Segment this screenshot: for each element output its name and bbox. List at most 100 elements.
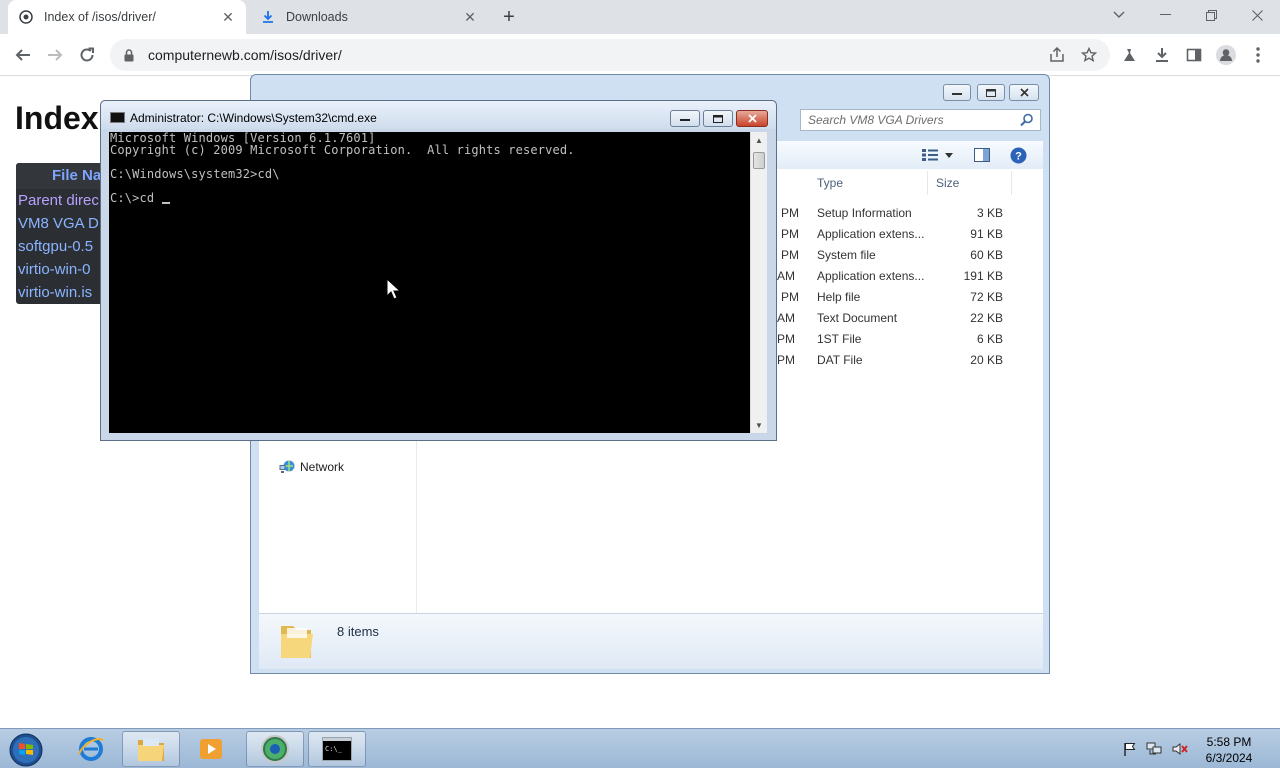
new-tab-button[interactable]: + bbox=[498, 6, 520, 28]
network-icon bbox=[279, 459, 295, 475]
favicon-icon bbox=[18, 9, 34, 25]
taskbar-windows-explorer[interactable] bbox=[122, 731, 180, 767]
reload-button[interactable] bbox=[74, 42, 100, 68]
download-icon bbox=[260, 9, 276, 25]
console-prompt-line: C:\>cd bbox=[110, 191, 162, 205]
bookmark-star-icon[interactable] bbox=[1080, 46, 1098, 64]
item-count: 8 items bbox=[337, 624, 379, 639]
column-divider[interactable] bbox=[927, 171, 928, 195]
downloads-icon[interactable] bbox=[1152, 45, 1172, 65]
taskbar-command-prompt[interactable]: C:\_ bbox=[308, 731, 366, 767]
side-panel-icon[interactable] bbox=[1184, 45, 1204, 65]
tab-title: Index of /isos/driver/ bbox=[44, 10, 156, 24]
internet-explorer-icon bbox=[78, 737, 104, 761]
cmd-minimize-button[interactable] bbox=[670, 110, 700, 127]
browser-tab-strip: Index of /isos/driver/ ✕ Downloads ✕ + bbox=[0, 0, 1280, 34]
kebab-menu-icon[interactable] bbox=[1248, 45, 1268, 65]
action-center-flag-icon[interactable] bbox=[1122, 741, 1138, 757]
file-size: 6 KB bbox=[976, 332, 1003, 346]
view-options-icon[interactable] bbox=[921, 146, 939, 164]
profile-avatar-icon[interactable] bbox=[1216, 45, 1236, 65]
svg-text:?: ? bbox=[1015, 150, 1022, 162]
scrollbar-thumb[interactable] bbox=[753, 152, 765, 169]
nav-item-network[interactable]: Network bbox=[279, 459, 344, 475]
nav-item-label: Network bbox=[300, 460, 345, 474]
cmd-maximize-button[interactable] bbox=[703, 110, 733, 127]
forward-button[interactable] bbox=[42, 42, 68, 68]
file-type: Application extens... bbox=[817, 269, 925, 283]
explorer-close-button[interactable] bbox=[1009, 84, 1039, 101]
explorer-minimize-button[interactable] bbox=[943, 84, 971, 101]
file-modified-time: PM bbox=[781, 290, 799, 304]
tab-downloads[interactable]: Downloads ✕ bbox=[250, 0, 488, 34]
explorer-search-input[interactable]: Search VM8 VGA Drivers bbox=[800, 109, 1041, 131]
file-type: Help file bbox=[817, 290, 861, 304]
file-size: 20 KB bbox=[970, 353, 1003, 367]
column-divider[interactable] bbox=[1011, 171, 1012, 195]
mouse-pointer-icon bbox=[386, 278, 400, 300]
text-cursor bbox=[161, 202, 170, 204]
browser-toolbar: computernewb.com/isos/driver/ bbox=[0, 34, 1280, 76]
taskbar-media-player[interactable] bbox=[182, 731, 240, 767]
console-line: Copyright (c) 2009 Microsoft Corporation… bbox=[110, 143, 575, 157]
size-column-header[interactable]: Size bbox=[936, 169, 959, 197]
file-modified-time: PM bbox=[781, 206, 799, 220]
file-size: 191 KB bbox=[963, 269, 1003, 283]
chevron-down-icon[interactable] bbox=[943, 146, 955, 164]
tab-search-icon[interactable] bbox=[1096, 0, 1142, 30]
share-icon[interactable] bbox=[1048, 46, 1066, 64]
media-player-icon bbox=[200, 739, 222, 759]
cmd-window[interactable]: Administrator: C:\Windows\System32\cmd.e… bbox=[100, 100, 777, 441]
lock-icon[interactable] bbox=[122, 48, 136, 62]
details-pane: 8 items bbox=[259, 613, 1043, 669]
file-modified-time: AM bbox=[777, 269, 795, 283]
file-modified-time: PM bbox=[777, 353, 795, 367]
file-size: 91 KB bbox=[970, 227, 1003, 241]
extension-icon[interactable] bbox=[1120, 45, 1140, 65]
help-icon[interactable]: ? bbox=[1009, 146, 1027, 164]
taskbar-clock[interactable]: 5:58 PM 6/3/2024 bbox=[1196, 734, 1262, 766]
file-modified-time: PM bbox=[777, 332, 795, 346]
file-type: DAT File bbox=[817, 353, 863, 367]
cmd-console-output[interactable]: Microsoft Windows [Version 6.1.7601] Cop… bbox=[109, 132, 750, 433]
folder-icon bbox=[277, 620, 317, 662]
cmd-vertical-scrollbar[interactable]: ▲ ▼ bbox=[750, 132, 767, 433]
restore-button[interactable] bbox=[1188, 0, 1234, 30]
scroll-up-arrow-icon[interactable]: ▲ bbox=[753, 133, 765, 147]
type-column-header[interactable]: Type bbox=[817, 169, 843, 197]
taskbar-browser[interactable] bbox=[246, 731, 304, 767]
volume-muted-icon[interactable] bbox=[1172, 741, 1188, 757]
minimize-button[interactable] bbox=[1142, 0, 1188, 30]
clock-date: 6/3/2024 bbox=[1205, 751, 1253, 765]
tab-index-of-isos-driver[interactable]: Index of /isos/driver/ ✕ bbox=[8, 0, 246, 34]
search-placeholder: Search VM8 VGA Drivers bbox=[808, 113, 944, 127]
file-size: 3 KB bbox=[976, 206, 1003, 220]
explorer-maximize-button[interactable] bbox=[977, 84, 1005, 101]
file-modified-time: PM bbox=[781, 227, 799, 241]
close-window-button[interactable] bbox=[1234, 0, 1280, 30]
close-tab-icon[interactable]: ✕ bbox=[220, 9, 236, 25]
file-type: Text Document bbox=[817, 311, 898, 325]
taskbar-internet-explorer[interactable] bbox=[62, 731, 120, 767]
scroll-down-arrow-icon[interactable]: ▼ bbox=[753, 418, 765, 432]
network-tray-icon[interactable] bbox=[1146, 741, 1162, 757]
preview-pane-icon[interactable] bbox=[973, 146, 991, 164]
address-bar[interactable]: computernewb.com/isos/driver/ bbox=[110, 39, 1110, 71]
start-button[interactable] bbox=[6, 731, 46, 768]
folder-icon bbox=[138, 738, 164, 761]
cmd-icon: C:\_ bbox=[322, 737, 352, 761]
file-modified-time: PM bbox=[781, 248, 799, 262]
close-tab-icon[interactable]: ✕ bbox=[462, 9, 478, 25]
file-type: Setup Information bbox=[817, 206, 912, 220]
file-type: 1ST File bbox=[817, 332, 862, 346]
search-icon[interactable] bbox=[1020, 113, 1034, 127]
svg-text:C:\_: C:\_ bbox=[325, 745, 343, 753]
cmd-title: Administrator: C:\Windows\System32\cmd.e… bbox=[130, 111, 377, 125]
clock-time: 5:58 PM bbox=[1206, 735, 1252, 749]
cmd-titlebar[interactable]: Administrator: C:\Windows\System32\cmd.e… bbox=[101, 101, 776, 129]
file-size: 60 KB bbox=[970, 248, 1003, 262]
tab-title: Downloads bbox=[286, 10, 348, 24]
back-button[interactable] bbox=[10, 42, 36, 68]
cmd-close-button[interactable] bbox=[736, 110, 768, 127]
console-line bbox=[110, 180, 750, 192]
